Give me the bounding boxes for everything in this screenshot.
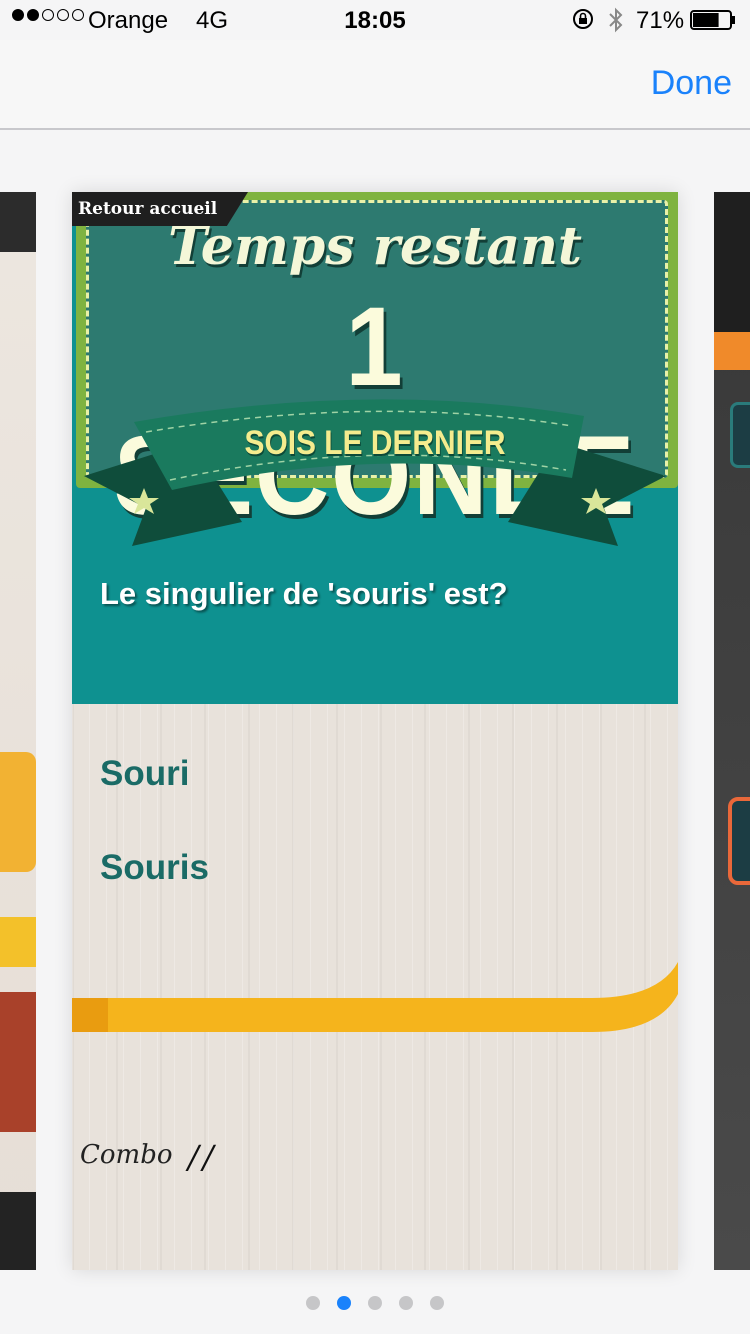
previous-screenshot-peek[interactable]	[0, 192, 36, 1270]
banner-text: SOIS LE DERNIER	[244, 424, 506, 462]
page-control[interactable]	[0, 1296, 750, 1310]
page-dot[interactable]	[368, 1296, 382, 1310]
battery-percent: 71%	[636, 7, 685, 34]
back-home-button[interactable]: Retour accueil	[72, 192, 248, 226]
question-text: Le singulier de 'souris' est?	[100, 576, 508, 611]
peek-decor	[728, 797, 750, 885]
banner-ribbon	[84, 399, 666, 546]
combo-label: Combo	[80, 1140, 173, 1170]
answer-option[interactable]: Souris	[100, 848, 209, 888]
next-screenshot-peek[interactable]	[714, 192, 750, 1270]
peek-decor	[714, 332, 750, 370]
peek-decor	[0, 1192, 36, 1270]
page-dot[interactable]	[430, 1296, 444, 1310]
battery-icon	[690, 10, 735, 30]
status-bar: Orange 4G 18:05 71%	[0, 0, 750, 40]
page-dot-current[interactable]	[337, 1296, 351, 1310]
peek-decor	[0, 752, 36, 872]
peek-decor	[730, 402, 750, 468]
done-button[interactable]: Done	[651, 64, 732, 103]
answer-option[interactable]: Souri	[100, 754, 189, 794]
peek-decor	[0, 917, 36, 967]
bluetooth-icon	[609, 7, 623, 33]
combo-value: //	[188, 1138, 218, 1176]
timer-progress-track	[72, 962, 678, 1032]
question-panel: Retour accueil Temps restant 1 SECONDE S…	[72, 192, 678, 704]
rotation-lock-icon	[573, 9, 593, 29]
page-dot[interactable]	[306, 1296, 320, 1310]
screenshot-card[interactable]: Retour accueil Temps restant 1 SECONDE S…	[72, 192, 678, 1270]
peek-decor	[0, 992, 36, 1132]
page-dot[interactable]	[399, 1296, 413, 1310]
nav-bar: Done	[0, 40, 750, 130]
